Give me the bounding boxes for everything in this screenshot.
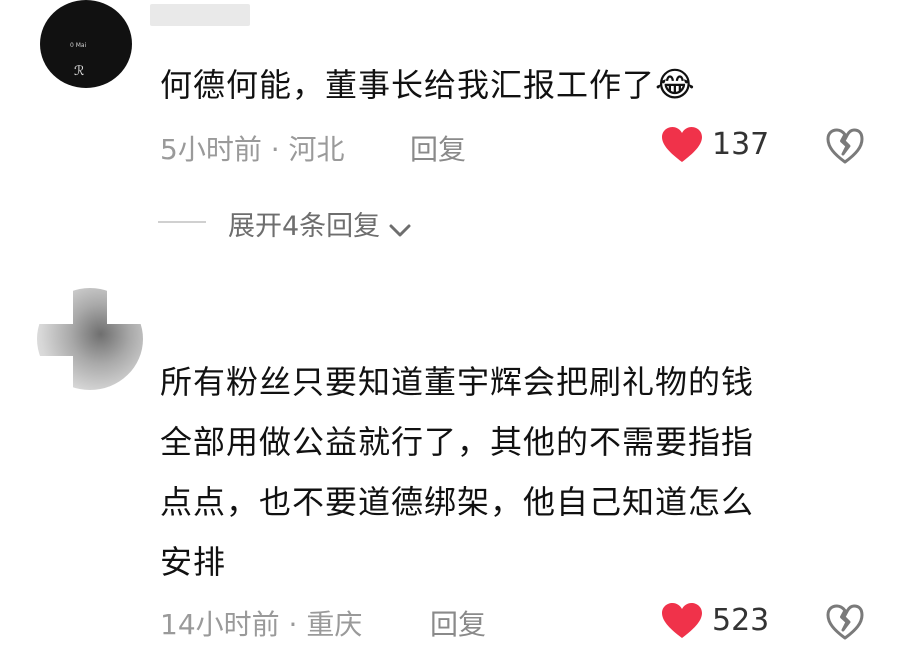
avatar-text: 0 Mai	[70, 42, 87, 49]
expand-divider	[158, 221, 206, 223]
comment-line: 全部用做公益就行了，其他的不需要指指	[160, 423, 755, 461]
like-count: 523	[712, 603, 770, 638]
comment-meta: 5小时前 · 河北	[160, 133, 345, 166]
heart-icon[interactable]	[662, 127, 702, 163]
heart-icon[interactable]	[662, 603, 702, 639]
avatar[interactable]: 0 Mai ℛ	[40, 0, 132, 88]
avatar-mask	[107, 288, 143, 324]
comment-text-content: 何德何能，董事长给我汇报工作了	[160, 66, 656, 104]
laughing-crying-emoji-icon: 😂	[655, 65, 696, 105]
expand-replies-button[interactable]: 展开4条回复	[228, 204, 411, 243]
avatar-logo-icon: ℛ	[74, 64, 85, 79]
comment-text: 何德何能，董事长给我汇报工作了😂	[160, 55, 696, 115]
chevron-down-icon	[389, 224, 411, 236]
comment-line: 安排	[160, 543, 227, 581]
reply-button[interactable]: 回复	[410, 128, 466, 168]
username-blurred	[150, 4, 250, 26]
comment-meta: 14小时前 · 重庆	[160, 608, 363, 641]
comment-line: 点点，也不要道德绑架，他自己知道怎么	[160, 483, 755, 521]
avatar-mask	[37, 356, 73, 390]
broken-heart-icon[interactable]	[826, 127, 864, 165]
comment-text: 所有粉丝只要知道董宇辉会把刷礼物的钱 全部用做公益就行了，其他的不需要指指 点点…	[160, 352, 754, 592]
expand-replies-label: 展开4条回复	[228, 211, 381, 242]
reply-button[interactable]: 回复	[430, 603, 486, 643]
avatar[interactable]	[37, 288, 143, 390]
like-count: 137	[712, 127, 770, 162]
avatar-mask	[37, 288, 73, 324]
comment-line: 所有粉丝只要知道董宇辉会把刷礼物的钱	[160, 363, 755, 401]
broken-heart-icon[interactable]	[826, 603, 864, 641]
